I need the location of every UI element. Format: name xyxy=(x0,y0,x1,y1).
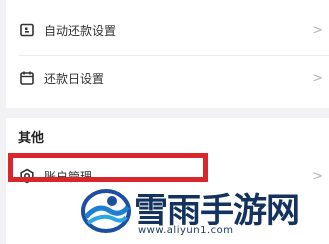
repay-day-settings-row[interactable]: 还款日设置 > xyxy=(6,56,329,100)
gear-hexagon-icon xyxy=(19,168,35,184)
auto-repay-settings-row[interactable]: 自动还款设置 > xyxy=(6,8,329,52)
watermark: 雪雨手游网 www.aliyun1.com xyxy=(76,181,326,241)
watermark-url: www.aliyun1.com xyxy=(138,225,234,236)
settings-card: 自动还款设置 > 还款日设置 > xyxy=(6,0,329,108)
section-title-other: 其他 xyxy=(18,131,45,146)
chevron-right-icon: > xyxy=(312,22,323,38)
repay-day-settings-label: 还款日设置 xyxy=(44,71,105,86)
chevron-right-icon: > xyxy=(312,70,323,86)
auto-repay-settings-label: 自动还款设置 xyxy=(44,23,117,38)
card-icon xyxy=(19,22,35,38)
calendar-icon xyxy=(19,70,35,86)
watermark-logo-icon xyxy=(81,189,131,233)
